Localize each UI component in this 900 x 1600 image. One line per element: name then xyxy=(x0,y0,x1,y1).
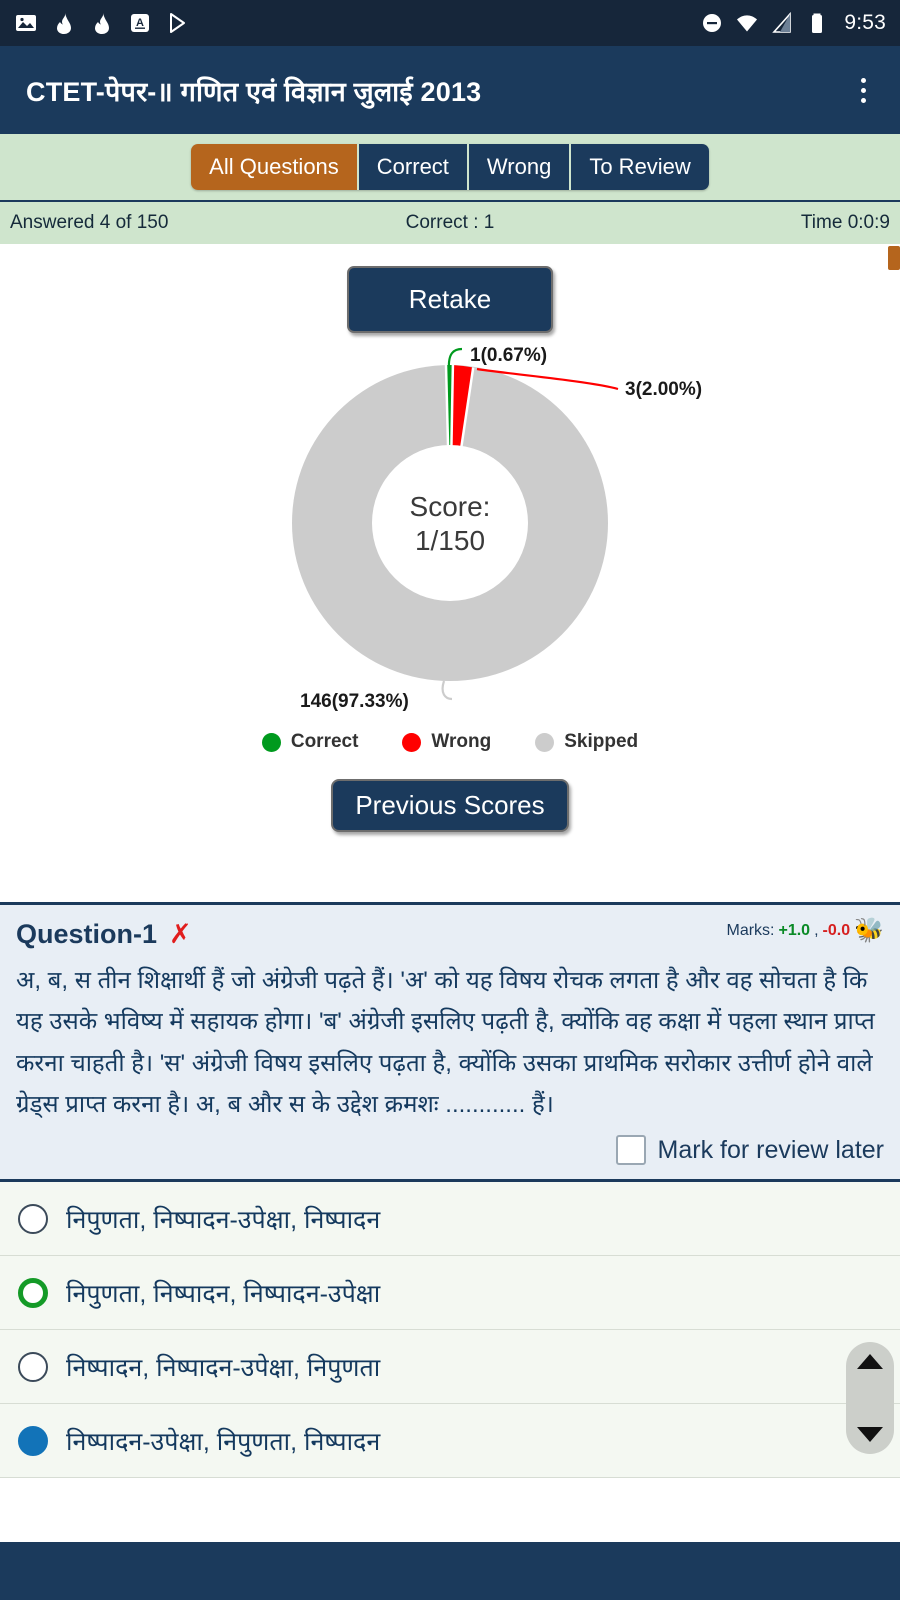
option-label-4: निष्पादन-उपेक्षा, निपुणता, निष्पादन xyxy=(66,1427,381,1456)
app-bar: CTET-पेपर-॥ गणित एवं विज्ञान जुलाई 2013 xyxy=(0,46,900,134)
score-donut-chart: 1(0.67%) 3(2.00%) 146(97.33%) Score: 1/1… xyxy=(0,333,900,753)
correct-count: Correct : 1 xyxy=(405,212,495,233)
option-radio-2[interactable] xyxy=(18,1277,48,1308)
tab-all-questions[interactable]: All Questions xyxy=(191,144,359,190)
marks-negative: -0.0 xyxy=(822,922,851,939)
previous-scores-row: Previous Scores xyxy=(0,779,900,832)
previous-scores-button[interactable]: Previous Scores xyxy=(331,779,569,832)
question-header: Question-1 ✗ Marks: +1.0 , -0.0 🐝 xyxy=(16,919,884,950)
wifi-icon xyxy=(737,15,758,32)
wrong-cross-icon: ✗ xyxy=(169,919,192,949)
answered-count: Answered 4 of 150 xyxy=(10,212,169,233)
system-navigation-bar xyxy=(0,1542,900,1600)
option-row-1[interactable]: निपुणता, निष्पादन-उपेक्षा, निष्पादन xyxy=(0,1182,900,1257)
marks-info: Marks: +1.0 , -0.0 🐝 xyxy=(726,919,884,943)
mark-for-review-checkbox[interactable] xyxy=(615,1135,646,1166)
donut-hole xyxy=(372,445,528,601)
options-scrollbar[interactable] xyxy=(846,1342,894,1455)
kebab-menu-icon[interactable] xyxy=(853,70,874,111)
donut-chart-svg: 1(0.67%) 3(2.00%) 146(97.33%) Score: 1/1… xyxy=(292,345,702,712)
scroll-up-arrow-icon[interactable] xyxy=(857,1354,883,1370)
elapsed-time: Time 0:0:9 xyxy=(800,212,890,233)
a-translate-icon: A xyxy=(131,14,149,32)
app-screen: A 9:53 CTET-पेपर-॥ गणित एवं विज्ञान जुला… xyxy=(0,0,900,1600)
status-bar-right-icons: 9:53 xyxy=(700,11,886,35)
flame-icon xyxy=(95,13,109,34)
marks-positive: +1.0 xyxy=(778,922,811,939)
label-skipped: 146(97.33%) xyxy=(300,691,409,712)
retake-button-row: Retake xyxy=(0,244,900,333)
flame-icon xyxy=(57,13,71,34)
mark-for-review-label: Mark for review later xyxy=(657,1135,884,1164)
answer-options-list: निपुणता, निष्पादन-उपेक्षा, निष्पादन निपु… xyxy=(0,1179,900,1479)
tab-to-review[interactable]: To Review xyxy=(571,144,709,190)
tab-wrong[interactable]: Wrong xyxy=(468,144,572,190)
vertical-scrollbar-thumb[interactable] xyxy=(888,246,900,270)
marks-separator: , xyxy=(814,922,819,939)
tab-correct[interactable]: Correct xyxy=(358,144,469,190)
option-row-3[interactable]: निष्पादन, निष्पादन-उपेक्षा, निपुणता xyxy=(0,1330,900,1405)
filter-tab-group: All Questions Correct Wrong To Review xyxy=(191,144,709,190)
label-wrong: 3(2.00%) xyxy=(625,379,702,400)
leader-line-skipped xyxy=(441,680,453,701)
svg-text:A: A xyxy=(136,17,144,29)
bug-icon[interactable]: 🐝 xyxy=(854,919,884,943)
signal-icon xyxy=(772,11,792,33)
mark-for-review-row[interactable]: Mark for review later xyxy=(16,1135,884,1171)
battery-icon xyxy=(812,13,823,33)
option-row-4[interactable]: निष्पादन-उपेक्षा, निपुणता, निष्पादन xyxy=(0,1404,900,1479)
question-card: Question-1 ✗ Marks: +1.0 , -0.0 🐝 अ, ब, … xyxy=(0,902,900,1180)
image-icon xyxy=(16,15,36,31)
option-label-1: निपुणता, निष्पादन-उपेक्षा, निष्पादन xyxy=(66,1205,381,1234)
marks-label: Marks: xyxy=(726,922,775,939)
option-label-3: निष्पादन, निष्पादन-उपेक्षा, निपुणता xyxy=(66,1353,381,1382)
status-bar: A 9:53 xyxy=(0,0,900,46)
summary-strip: Answered 4 of 150 Correct : 1 Time 0:0:9 xyxy=(0,200,900,244)
score-value: 1/150 xyxy=(415,525,485,556)
label-correct: 1(0.67%) xyxy=(470,345,547,366)
status-bar-left-icons: A xyxy=(14,11,190,35)
question-number: Question-1 xyxy=(16,919,158,949)
option-radio-1[interactable] xyxy=(18,1203,48,1234)
donut-slices xyxy=(292,364,608,681)
score-label: Score: xyxy=(410,491,491,522)
question-text: अ, ब, स तीन शिक्षार्थी हैं जो अंग्रेजी प… xyxy=(16,967,875,1118)
results-scroll-area: Retake 1(0.67%) 3(2.00%) 146(97.33%) Sco… xyxy=(0,244,900,902)
filter-tab-bar: All Questions Correct Wrong To Review xyxy=(0,134,900,200)
play-store-icon xyxy=(170,13,185,33)
retake-button[interactable]: Retake xyxy=(346,266,554,333)
dnd-icon xyxy=(703,14,722,32)
status-bar-clock: 9:53 xyxy=(844,11,886,34)
option-radio-4[interactable] xyxy=(18,1425,48,1456)
option-radio-3[interactable] xyxy=(18,1351,48,1382)
scroll-down-arrow-icon[interactable] xyxy=(857,1427,883,1443)
option-label-2: निपुणता, निष्पादन, निष्पादन-उपेक्षा xyxy=(66,1279,381,1308)
option-row-2[interactable]: निपुणता, निष्पादन, निष्पादन-उपेक्षा xyxy=(0,1256,900,1331)
page-title: CTET-पेपर-॥ गणित एवं विज्ञान जुलाई 2013 xyxy=(26,76,482,107)
